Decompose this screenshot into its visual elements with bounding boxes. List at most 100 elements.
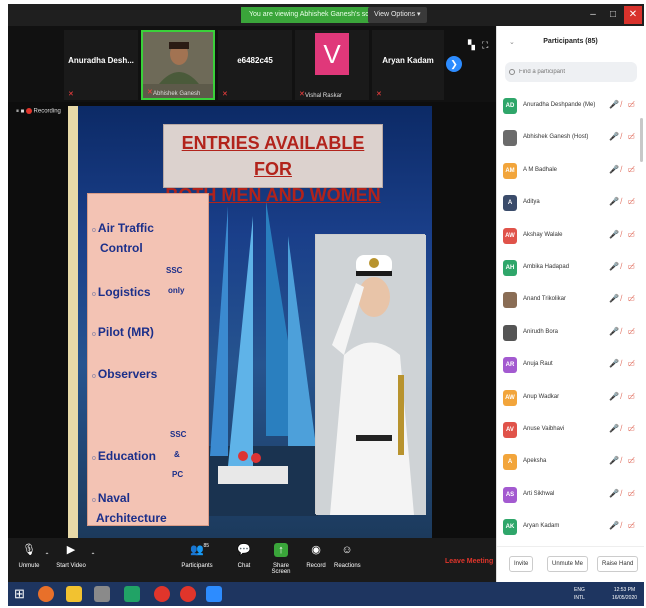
system-tray[interactable]: ENG INTL [574,586,585,602]
participants-count: 85 [203,543,209,549]
start-video-button[interactable]: ▶ Start Video [54,543,88,569]
bullet-icon: o [92,497,96,504]
avatar: A [503,454,517,471]
fullscreen-icon[interactable]: ⛶ [482,40,488,51]
app-icon[interactable] [94,586,110,602]
avatar: AW [503,227,517,244]
participant-row[interactable]: Abhishek Ganesh (Host) 🎤̸ ▭̸ [503,128,639,148]
participant-name: Apeksha [523,458,547,465]
video-tile-aryan[interactable]: Aryan Kadam ✕ [372,30,444,100]
avatar: AD [503,98,517,114]
avatar: A [503,195,517,212]
reactions-icon: ☺ [341,544,353,556]
leave-meeting-button[interactable]: Leave Meeting [445,558,493,565]
lang-indicator: ENG [574,587,585,593]
participant-name: A M Badhale [523,166,558,173]
participant-row[interactable]: Anand Trikolikar 🎤̸ ▭̸ [503,290,639,310]
panel-scrollbar[interactable] [640,118,643,162]
muted-mic-icon: 🎙 [22,544,36,556]
participant-row[interactable]: AD Anuradha Deshpande (Me) 🎤̸ ▭̸ [503,96,639,116]
invite-button[interactable]: Invite [509,556,534,572]
clock[interactable]: 12:53 PM 16/05/2020 [612,586,637,602]
recording-indicator: ⏸ ◼ Recording [16,108,61,116]
close-button[interactable]: ✕ [624,6,642,24]
participant-row[interactable]: AW Akshay Walale 🎤̸ ▭̸ [503,226,639,246]
unmute-me-button[interactable]: Unmute Me [547,556,589,572]
chrome-icon[interactable] [180,586,196,602]
entry-text: Pilot (MR) [97,325,154,339]
entry-text: Air Traffic [97,221,154,235]
video-tile-abhishek[interactable]: Abhishek Ganesh ✕ [141,30,215,100]
chrome-icon[interactable] [154,586,170,602]
windows-start-icon[interactable]: ⊞ [14,586,30,602]
participant-row[interactable]: AH Ambika Hadapad 🎤̸ ▭̸ [503,258,639,278]
participant-row[interactable]: AR Anuja Raut 🎤̸ ▭̸ [503,355,639,375]
participant-name: Abhishek Ganesh (Host) [523,134,589,141]
raise-hand-button[interactable]: Raise Hand [597,556,639,572]
unmute-button[interactable]: 🎙 Unmute [16,543,42,569]
video-off-icon: ▶ [66,544,76,556]
participant-row[interactable]: AS Arti Sikhwal 🎤̸ ▭̸ [503,485,639,505]
video-tile-e6482c45[interactable]: e6482c45 ✕ [218,30,292,100]
bullet-icon: o [92,331,96,338]
participant-name: Ambika Hadapad [523,264,570,270]
participant-row[interactable]: AW Anup Wadkar 🎤̸ ▭̸ [503,388,639,408]
video-options-icon[interactable]: ⌃ [88,552,98,559]
participant-search-input[interactable] [505,62,637,82]
mic-video-status-icons: 🎤̸ ▭̸ [609,197,637,207]
title-line: ENTRIES AVAILABLE FOR [181,133,365,179]
panel-title: Participants (85) [543,38,598,45]
tile-name: e6482c45 [237,56,273,65]
stop-icon[interactable]: ◼ [21,109,25,115]
tile-name: Aryan Kadam [382,56,434,65]
mic-video-status-icons: 🎤̸ ▭̸ [609,229,637,239]
file-explorer-icon[interactable] [66,586,82,602]
tile-label: Vishal Raskar [305,93,342,99]
mic-video-status-icons: 🎤̸ ▭̸ [609,100,637,109]
participant-row[interactable]: AK Aryan Kadam 🎤̸ ▭̸ [503,517,639,537]
zoom-icon[interactable] [206,586,222,602]
participant-name: Anup Wadkar [523,393,560,400]
share-screen-button[interactable]: ↑ Share Screen [264,543,298,575]
view-options-button[interactable]: View Options ▾ [368,7,427,23]
entry-pilot: o Pilot (MR) [92,322,154,345]
participants-button[interactable]: 👥 85 Participants [178,543,216,569]
entry-education: o Education [92,446,156,469]
audio-options-icon[interactable]: ⌃ [42,552,52,559]
slide-title: ENTRIES AVAILABLE FOR BOTH MEN AND WOMEN [163,124,383,205]
start-video-label: Start Video [56,563,86,569]
zoom-window: You are viewing Abhishek Ganesh's screen… [8,4,644,606]
record-dot-icon [25,108,32,114]
tag-pc: PC [172,470,184,479]
record-icon: ◉ [311,544,321,556]
clock-date: 16/05/2020 [612,595,638,601]
entry-text: Naval [97,491,130,505]
participant-row[interactable]: AV Anuse Vaibhavi 🎤̸ ▭̸ [503,420,639,440]
participant-row[interactable]: Anirudh Bora 🎤̸ ▭̸ [503,323,639,343]
record-label: Record [306,563,326,569]
mic-video-status-icons: 🎤̸ ▭̸ [609,456,637,466]
pause-icon[interactable]: ⏸ [16,109,19,115]
next-page-icon[interactable]: ❯ [446,56,462,72]
avatar: AV [503,422,517,438]
minimize-button[interactable]: – [584,6,602,24]
reactions-label: Reactions [334,563,361,569]
excel-icon[interactable] [124,586,140,602]
share-screen-label: Share Screen [271,563,291,575]
muted-mic-icon: ✕ [68,91,74,98]
participant-row[interactable]: A Aditya 🎤̸ ▭̸ [503,193,639,213]
participant-row[interactable]: AM A M Badhale 🎤̸ ▭̸ [503,161,639,181]
chat-button[interactable]: 💬 Chat [234,543,254,569]
record-button[interactable]: ◉ Record [305,543,327,569]
participant-row[interactable]: A Apeksha 🎤̸ ▭̸ [503,452,639,472]
mic-video-status-icons: 🎤̸ ▭̸ [609,164,637,174]
tag-ssc: SSC [166,266,183,275]
firefox-icon[interactable] [38,586,54,602]
maximize-button[interactable]: □ [604,6,622,24]
layout-icon[interactable]: ▚ [468,40,475,51]
participant-name: Anirudh Bora [523,328,559,335]
video-tile-vishal[interactable]: V Vishal Raskar ✕ [295,30,369,100]
windows-taskbar: ⊞ ENG INTL 12:53 PM 16/05/2020 [8,582,644,606]
video-tile-anuradha[interactable]: Anuradha Desh... ✕ [64,30,138,100]
reactions-button[interactable]: ☺ Reactions [334,543,361,569]
